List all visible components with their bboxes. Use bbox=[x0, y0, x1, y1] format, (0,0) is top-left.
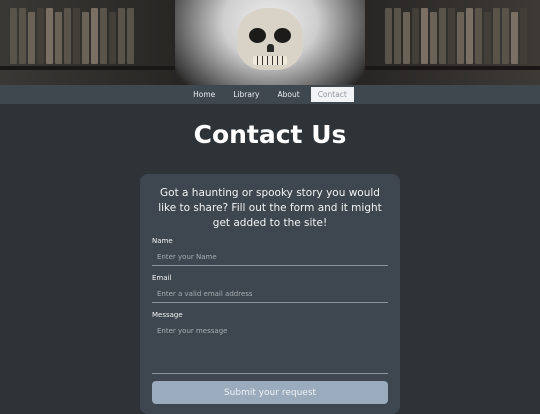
form-intro-text: Got a haunting or spooky story you would… bbox=[158, 187, 382, 229]
page-title: Contact Us bbox=[193, 120, 347, 149]
bookshelf-left bbox=[10, 8, 134, 68]
nav-item-home[interactable]: Home bbox=[186, 87, 222, 102]
bookshelf-right bbox=[385, 8, 527, 68]
name-input[interactable] bbox=[152, 249, 388, 266]
nav-item-contact[interactable]: Contact bbox=[310, 87, 354, 102]
nav-item-about[interactable]: About bbox=[271, 87, 307, 102]
top-navbar: Home Library About Contact bbox=[0, 85, 540, 104]
nav-item-library[interactable]: Library bbox=[226, 87, 266, 102]
email-input[interactable] bbox=[152, 286, 388, 303]
message-textarea[interactable] bbox=[152, 322, 388, 374]
name-label: Name bbox=[152, 237, 173, 245]
hero-banner bbox=[0, 0, 540, 85]
contact-form-card: Got a haunting or spooky story you would… bbox=[140, 174, 400, 414]
email-label: Email bbox=[152, 274, 172, 282]
message-label: Message bbox=[152, 311, 183, 319]
submit-button[interactable]: Submit your request bbox=[152, 381, 388, 404]
skull-icon bbox=[237, 8, 303, 70]
